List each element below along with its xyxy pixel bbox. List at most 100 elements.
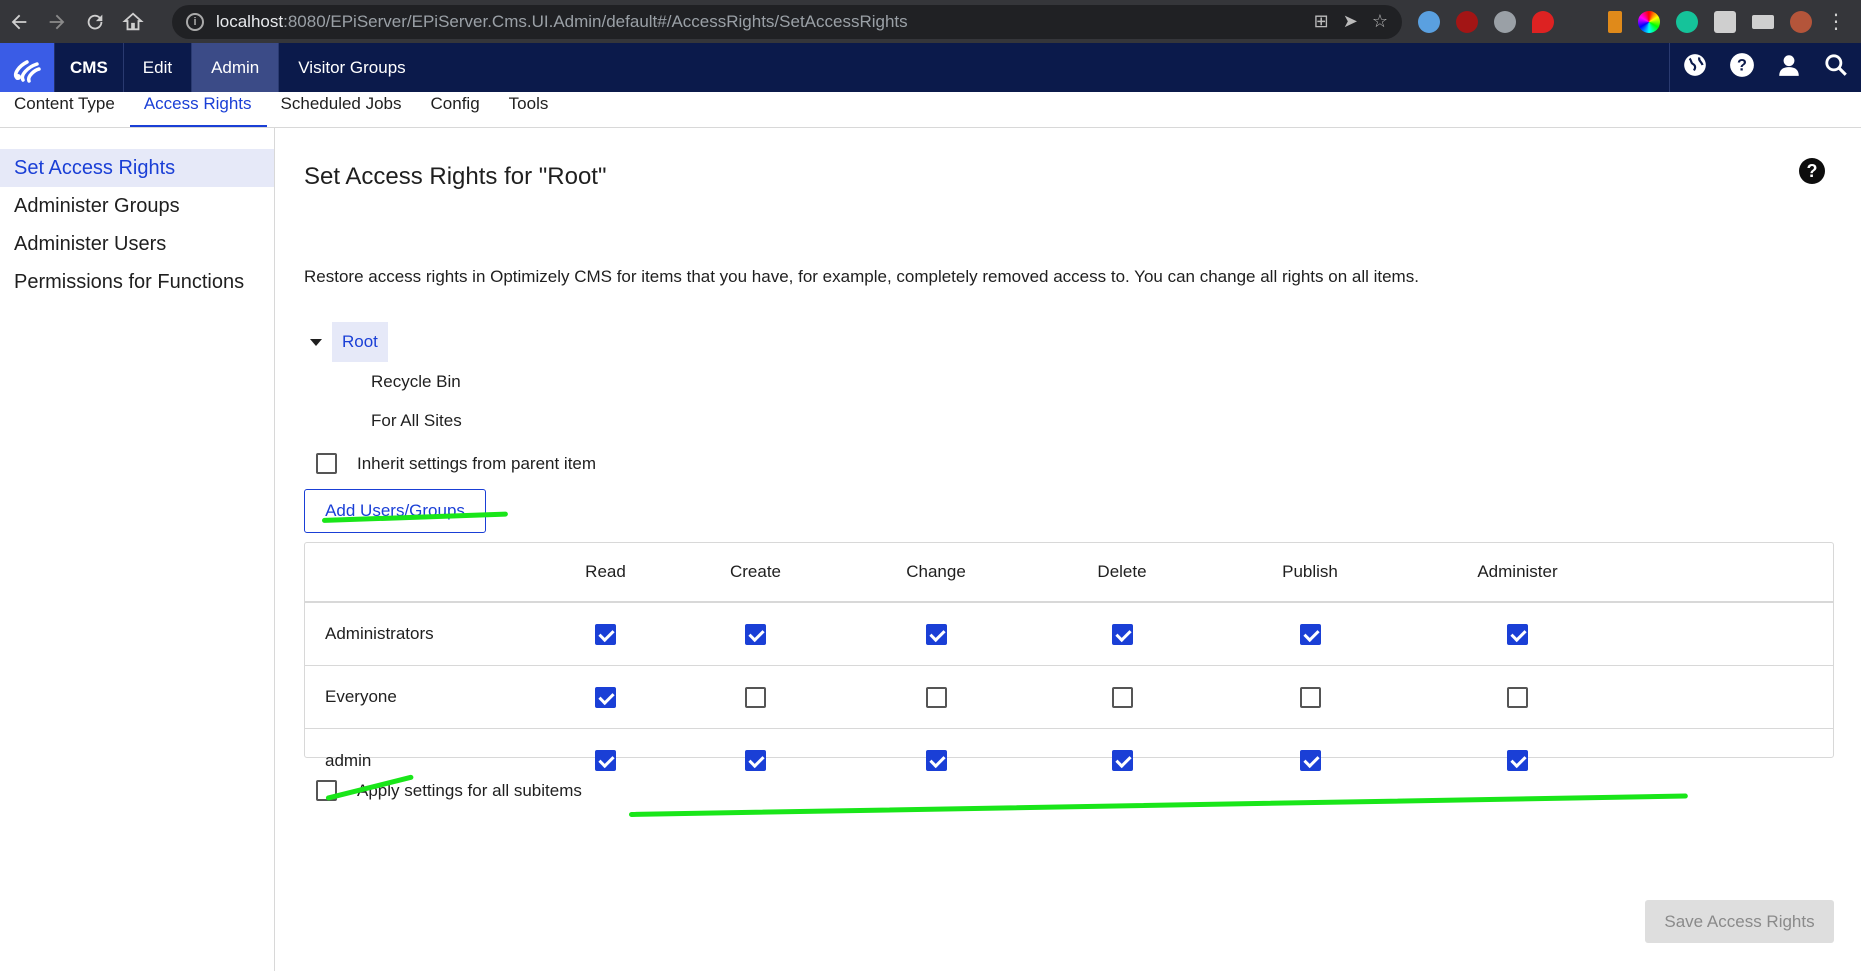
right-administer-checkbox[interactable]: [1507, 686, 1528, 708]
sidebar: Set Access Rights Administer Groups Admi…: [0, 128, 275, 971]
rights-cell: [1410, 623, 1625, 645]
tab-access-rights[interactable]: Access Rights: [129, 91, 267, 127]
profile-avatar-icon[interactable]: [1790, 10, 1812, 33]
extension-icon[interactable]: [1494, 10, 1516, 33]
right-delete-checkbox[interactable]: [1111, 623, 1133, 645]
pin-extension-icon[interactable]: [1532, 10, 1554, 33]
right-read-checkbox[interactable]: [595, 623, 616, 645]
right-create-checkbox[interactable]: [745, 686, 766, 708]
nav-cms[interactable]: CMS: [55, 43, 124, 92]
principal-name: Administrators: [325, 624, 434, 643]
right-administer-checkbox[interactable]: [1507, 623, 1528, 645]
search-icon[interactable]: [1823, 52, 1849, 83]
bookmark-star-icon[interactable]: ☆: [1372, 11, 1388, 32]
color-extension-icon[interactable]: [1638, 10, 1660, 33]
nav-admin[interactable]: Admin: [192, 43, 280, 92]
column-header-read: Read: [585, 562, 626, 581]
optimizely-logo-icon[interactable]: [0, 43, 55, 92]
help-icon[interactable]: ?: [1799, 158, 1825, 184]
extension-icon[interactable]: [1418, 10, 1440, 33]
column-header-delete: Delete: [1097, 562, 1147, 581]
right-publish-checkbox[interactable]: [1299, 750, 1321, 771]
inherit-settings-label: Inherit settings from parent item: [357, 453, 597, 473]
inherit-settings-checkbox[interactable]: [316, 453, 337, 474]
rights-cell: [538, 623, 673, 645]
rights-cell: [538, 750, 673, 771]
sidebar-item-set-access-rights[interactable]: Set Access Rights: [0, 149, 274, 187]
rights-cell: [673, 623, 838, 645]
sidebar-item-administer-groups[interactable]: Administer Groups: [0, 187, 274, 225]
send-icon[interactable]: ➤: [1343, 11, 1358, 32]
admin-subtabs: Content Type Access Rights Scheduled Job…: [0, 92, 1861, 128]
rights-cell: [1210, 686, 1410, 708]
sidebar-item-permissions-for-functions[interactable]: Permissions for Functions: [0, 263, 274, 301]
browser-toolbar: i localhost:8080/EPiServer/EPiServer.Cms…: [0, 0, 1861, 43]
right-change-checkbox[interactable]: [925, 750, 947, 771]
add-users-groups-button[interactable]: Add Users/Groups: [304, 489, 486, 533]
rights-cell: [1034, 686, 1210, 708]
right-read-checkbox[interactable]: [595, 686, 616, 708]
principal-name: admin: [325, 750, 372, 770]
column-header-publish: Publish: [1282, 562, 1338, 581]
tab-tools[interactable]: Tools: [495, 91, 564, 127]
page-description: Restore access rights in Optimizely CMS …: [304, 267, 1419, 286]
extension-icon[interactable]: [1570, 10, 1592, 33]
reading-list-icon[interactable]: [1752, 14, 1774, 29]
site-info-icon[interactable]: i: [186, 12, 204, 31]
extensions-puzzle-icon[interactable]: [1714, 10, 1736, 33]
principal-name: Everyone: [325, 687, 397, 706]
browser-menu-icon[interactable]: ⋮: [1826, 9, 1846, 34]
right-change-checkbox[interactable]: [925, 686, 947, 708]
tree-node-recycle-bin[interactable]: Recycle Bin: [304, 362, 462, 401]
address-bar[interactable]: i localhost:8080/EPiServer/EPiServer.Cms…: [172, 4, 1402, 39]
main-content: Set Access Rights for "Root" ? Restore a…: [276, 128, 1861, 971]
expand-caret-icon[interactable]: [310, 338, 322, 346]
tree-node-for-all-sites[interactable]: For All Sites: [304, 401, 462, 440]
right-create-checkbox[interactable]: [745, 750, 766, 771]
rights-cell: [673, 686, 838, 708]
right-delete-checkbox[interactable]: [1111, 750, 1133, 771]
right-change-checkbox[interactable]: [925, 623, 947, 645]
tab-content-type[interactable]: Content Type: [0, 91, 130, 127]
url-path: :8080/EPiServer/EPiServer.Cms.UI.Admin/d…: [283, 11, 908, 31]
back-icon[interactable]: [0, 3, 38, 41]
translate-icon[interactable]: ⊞: [1314, 11, 1329, 32]
globe-icon[interactable]: [1682, 52, 1708, 83]
rights-cell: [1034, 623, 1210, 645]
reload-icon[interactable]: [76, 3, 114, 41]
extension-icon[interactable]: [1608, 10, 1622, 33]
table-row: Everyone: [305, 666, 1833, 729]
help-icon[interactable]: ?: [1729, 52, 1755, 83]
grammarly-icon[interactable]: [1676, 10, 1698, 33]
table-row: Administrators: [305, 603, 1833, 666]
forward-icon[interactable]: [38, 3, 76, 41]
right-read-checkbox[interactable]: [595, 750, 616, 771]
column-header-administer: Administer: [1477, 562, 1558, 581]
right-administer-checkbox[interactable]: [1507, 750, 1528, 771]
save-access-rights-button[interactable]: Save Access Rights: [1645, 900, 1834, 943]
user-icon[interactable]: [1776, 52, 1802, 83]
nav-visitor-groups[interactable]: Visitor Groups: [279, 43, 424, 92]
content-tree: Root Recycle Bin For All Sites: [304, 322, 462, 440]
sidebar-item-administer-users[interactable]: Administer Users: [0, 225, 274, 263]
right-create-checkbox[interactable]: [745, 623, 766, 645]
tree-node-root[interactable]: Root: [332, 322, 388, 362]
nav-edit[interactable]: Edit: [124, 43, 193, 92]
rights-cell: [673, 750, 838, 771]
right-publish-checkbox[interactable]: [1299, 686, 1321, 708]
right-publish-checkbox[interactable]: [1299, 623, 1321, 645]
ublock-icon[interactable]: [1456, 10, 1478, 33]
page-title: Set Access Rights for "Root": [304, 163, 607, 190]
home-icon[interactable]: [114, 3, 152, 41]
app-header: CMS Edit Admin Visitor Groups ?: [0, 43, 1861, 92]
rights-cell: [538, 686, 673, 708]
rights-cell: [838, 750, 1034, 771]
tab-scheduled-jobs[interactable]: Scheduled Jobs: [267, 91, 417, 127]
tab-config[interactable]: Config: [417, 91, 495, 127]
rights-cell: [1210, 623, 1410, 645]
rights-cell: [1034, 750, 1210, 771]
right-delete-checkbox[interactable]: [1111, 686, 1133, 708]
svg-text:?: ?: [1737, 56, 1747, 74]
inherit-settings-row: Inherit settings from parent item: [316, 453, 596, 474]
rights-cell: [1410, 750, 1625, 771]
